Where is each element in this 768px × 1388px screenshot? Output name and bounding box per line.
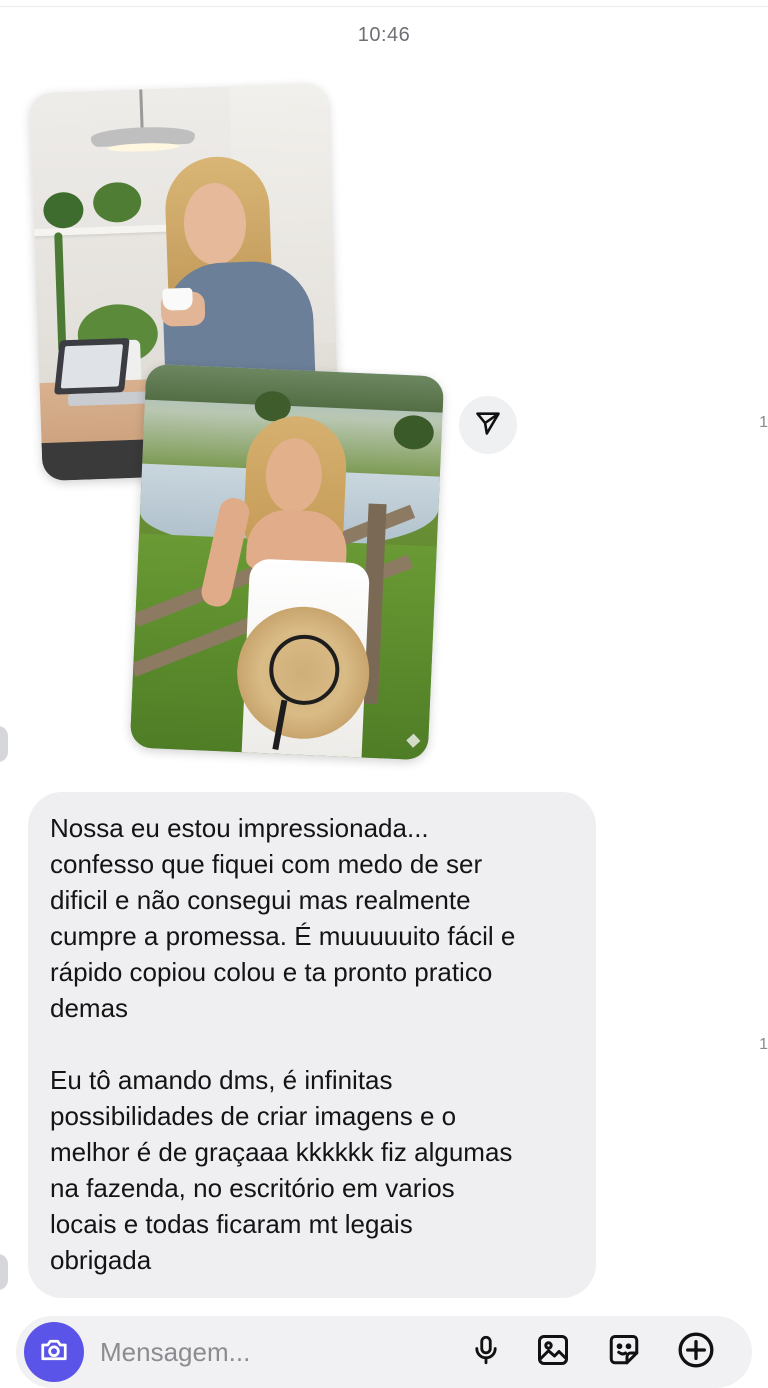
message-input[interactable] [100, 1332, 440, 1372]
microphone-button[interactable] [466, 1332, 506, 1372]
message-timestamp: 10:46 [357, 24, 411, 46]
sticker-button[interactable] [604, 1332, 644, 1372]
share-button[interactable] [459, 396, 517, 454]
plus-circle-icon [676, 1330, 716, 1375]
message-composer [16, 1316, 752, 1388]
camera-button[interactable] [24, 1322, 84, 1382]
image-icon [535, 1332, 571, 1373]
add-button[interactable] [676, 1332, 716, 1372]
edge-read-count: 1 [759, 1036, 768, 1053]
sticker-icon [606, 1332, 642, 1373]
camera-icon [39, 1335, 69, 1370]
edge-read-count: 1 [759, 414, 768, 431]
sender-avatar[interactable] [0, 726, 8, 762]
message-bubble[interactable]: Nossa eu estou impressionada... confesso… [28, 792, 596, 1298]
microphone-icon [469, 1333, 503, 1372]
message-text: Nossa eu estou impressionada... confesso… [50, 813, 516, 1023]
message-text: Eu tô amando dms, é infinitas possibilid… [50, 1065, 513, 1275]
paper-plane-icon [474, 409, 502, 442]
top-divider [0, 6, 768, 7]
farm-photo[interactable] [129, 363, 445, 761]
gallery-button[interactable] [533, 1332, 573, 1372]
sender-avatar[interactable] [0, 1254, 8, 1290]
